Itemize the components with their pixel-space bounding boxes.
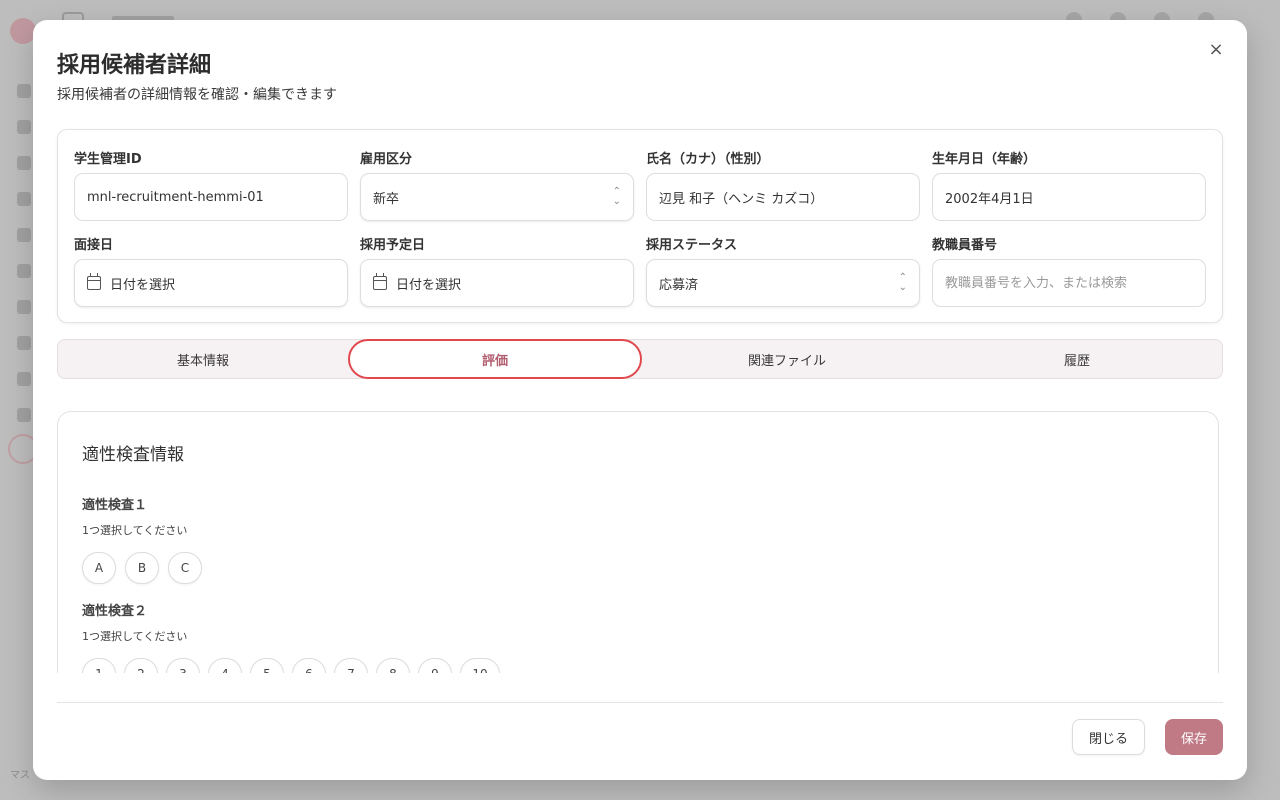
nav-users-icon: [17, 120, 31, 134]
nav-group-icon: [17, 372, 31, 386]
evaluation-panel: 適性検査情報 適性検査１ 1つ選択してください A B C 適性検査２ 1つ選択…: [57, 411, 1219, 673]
option-7[interactable]: 7: [334, 658, 368, 673]
employment-type-select[interactable]: 新卒 ⌃ ⌄: [360, 173, 634, 221]
birthdate-field: 生年月日（年齢） 2002年4月1日: [932, 150, 1206, 221]
aptitude-test-1: 適性検査１ 1つ選択してください A B C: [82, 494, 202, 584]
hire-status-label: 採用ステータス: [646, 238, 738, 253]
option-b[interactable]: B: [125, 552, 159, 584]
nav-list-icon: [17, 228, 31, 242]
student-id-label: 学生管理ID: [74, 152, 142, 167]
option-8[interactable]: 8: [376, 658, 410, 673]
birthdate-value: 2002年4月1日: [945, 191, 1034, 207]
name-value: 辺見 和子（ヘンミ カズコ）: [659, 191, 824, 207]
staff-number-input[interactable]: [945, 275, 1193, 291]
hire-status-field: 採用ステータス 応募済 ⌃ ⌄: [646, 236, 920, 307]
interview-date-label: 面接日: [74, 238, 114, 253]
name-label: 氏名（カナ）（性別）: [646, 152, 770, 167]
planned-hire-date-label: 採用予定日: [360, 238, 426, 253]
tab-basic-info[interactable]: 基本情報: [58, 340, 348, 378]
birthdate-label: 生年月日（年齢）: [932, 152, 1037, 167]
aptitude-heading: 適性検査情報: [82, 445, 184, 465]
nav-chat-icon: [17, 192, 31, 206]
calendar-icon: [87, 273, 101, 290]
nav-recruit-icon: [17, 408, 31, 422]
option-6[interactable]: 6: [292, 658, 326, 673]
footer-divider: [57, 702, 1223, 703]
chevron-updown-icon: ⌃ ⌄: [612, 186, 621, 207]
name-input[interactable]: 辺見 和子（ヘンミ カズコ）: [646, 173, 920, 221]
staff-number-box: [932, 259, 1206, 307]
aptitude-test-1-title: 適性検査１: [82, 498, 148, 513]
planned-hire-date-picker[interactable]: 日付を選択: [360, 259, 634, 307]
tab-history[interactable]: 履歴: [932, 340, 1222, 378]
close-icon[interactable]: ×: [1205, 38, 1227, 60]
candidate-detail-dialog: × 採用候補者詳細 採用候補者の詳細情報を確認・編集できます 学生管理ID mn…: [33, 20, 1247, 780]
hire-status-value: 応募済: [659, 277, 699, 293]
name-field: 氏名（カナ）（性別） 辺見 和子（ヘンミ カズコ）: [646, 150, 920, 221]
aptitude-test-2-title: 適性検査２: [82, 604, 148, 619]
option-1[interactable]: 1: [82, 658, 116, 673]
staff-number-field: 教職員番号: [932, 236, 1206, 307]
nav-calendar-icon: [17, 156, 31, 170]
option-5[interactable]: 5: [250, 658, 284, 673]
student-id-input[interactable]: mnl-recruitment-hemmi-01: [74, 173, 348, 221]
interview-date-value: 日付を選択: [110, 277, 176, 293]
save-button[interactable]: 保存: [1165, 719, 1223, 755]
option-2[interactable]: 2: [124, 658, 158, 673]
option-9[interactable]: 9: [418, 658, 452, 673]
nav-check-icon: [17, 336, 31, 350]
aptitude-test-1-options: A B C: [82, 552, 202, 584]
employment-type-value: 新卒: [373, 191, 400, 207]
aptitude-test-2: 適性検査２ 1つ選択してください 1 2 3 4 5 6 7 8 9 10: [82, 600, 500, 673]
aptitude-test-2-hint: 1つ選択してください: [82, 630, 188, 643]
option-3[interactable]: 3: [166, 658, 200, 673]
planned-hire-date-value: 日付を選択: [396, 277, 462, 293]
detail-tabs: 基本情報 評価 関連ファイル 履歴: [57, 339, 1223, 379]
interview-date-picker[interactable]: 日付を選択: [74, 259, 348, 307]
chevron-updown-icon: ⌃ ⌄: [898, 272, 907, 293]
tab-related-files[interactable]: 関連ファイル: [642, 340, 932, 378]
calendar-icon: [373, 273, 387, 290]
option-4[interactable]: 4: [208, 658, 242, 673]
candidate-summary-card: 学生管理ID mnl-recruitment-hemmi-01 雇用区分 新卒 …: [57, 129, 1223, 323]
dialog-title: 採用候補者詳細: [57, 53, 212, 78]
option-10[interactable]: 10: [460, 658, 500, 673]
aptitude-test-1-hint: 1つ選択してください: [82, 524, 188, 537]
close-button[interactable]: 閉じる: [1072, 719, 1145, 755]
interview-date-field: 面接日 日付を選択: [74, 236, 348, 307]
nav-document-icon: [17, 300, 31, 314]
nav-dashboard-icon: [17, 84, 31, 98]
dialog-subtitle: 採用候補者の詳細情報を確認・編集できます: [57, 87, 337, 103]
nav-person-icon: [17, 264, 31, 278]
staff-number-label: 教職員番号: [932, 238, 998, 253]
employment-type-field: 雇用区分 新卒 ⌃ ⌄: [360, 150, 634, 221]
student-id-value: mnl-recruitment-hemmi-01: [87, 189, 264, 205]
employment-type-label: 雇用区分: [360, 152, 413, 167]
planned-hire-date-field: 採用予定日 日付を選択: [360, 236, 634, 307]
sidebar-user-label: マス: [10, 770, 30, 781]
option-a[interactable]: A: [82, 552, 116, 584]
student-id-field: 学生管理ID mnl-recruitment-hemmi-01: [74, 150, 348, 221]
hire-status-select[interactable]: 応募済 ⌃ ⌄: [646, 259, 920, 307]
option-c[interactable]: C: [168, 552, 202, 584]
aptitude-test-2-options: 1 2 3 4 5 6 7 8 9 10: [82, 658, 500, 673]
tab-evaluation[interactable]: 評価: [348, 339, 642, 379]
birthdate-input[interactable]: 2002年4月1日: [932, 173, 1206, 221]
